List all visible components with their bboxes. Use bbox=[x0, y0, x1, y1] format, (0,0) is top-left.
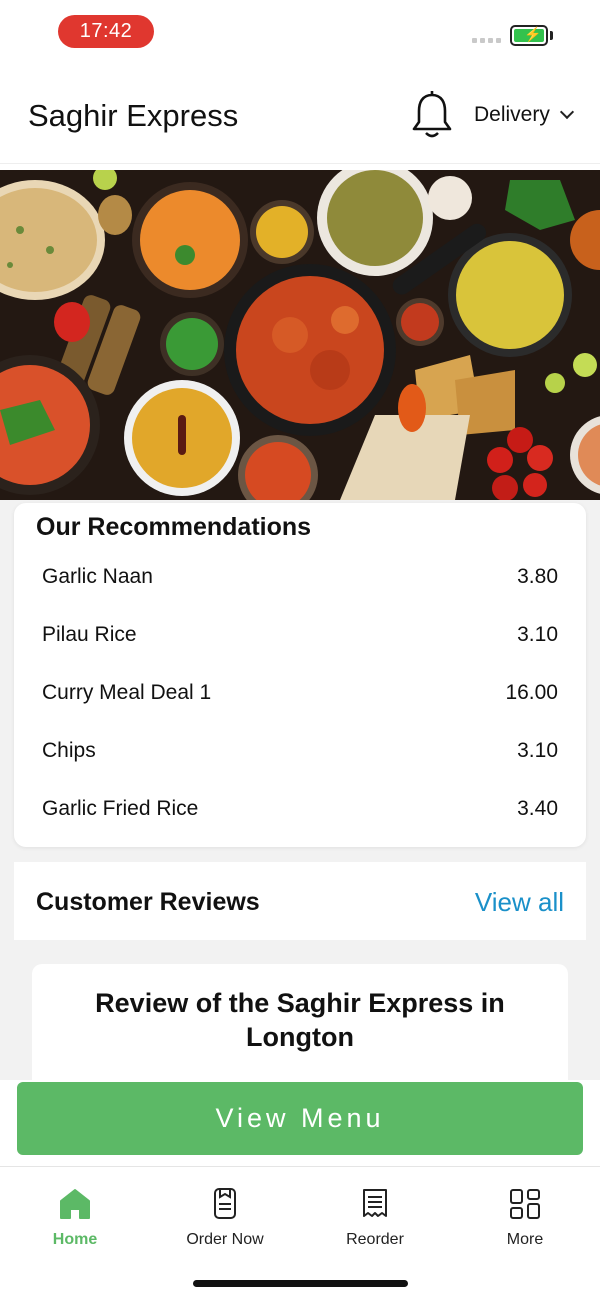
tab-order-now[interactable]: Order Now bbox=[165, 1187, 285, 1257]
menu-item[interactable]: Curry Meal Deal 1 16.00 bbox=[42, 664, 558, 722]
app-header: Saghir Express Delivery bbox=[0, 64, 600, 164]
menu-item[interactable]: Garlic Naan 3.80 bbox=[42, 548, 558, 606]
view-menu-button[interactable]: View Menu bbox=[17, 1082, 583, 1155]
item-price: 3.40 bbox=[517, 797, 558, 820]
delivery-selector[interactable]: Delivery bbox=[474, 103, 574, 127]
bell-icon[interactable] bbox=[410, 90, 454, 140]
reviews-header: Customer Reviews View all bbox=[14, 862, 586, 940]
home-icon bbox=[60, 1189, 90, 1219]
status-bar: 17:42 ⚡ bbox=[0, 0, 600, 64]
bottom-tab-bar: Home Order Now Reorder More bbox=[0, 1166, 600, 1298]
recommendations-card: Our Recommendations Garlic Naan 3.80 Pil… bbox=[14, 503, 586, 847]
tab-label: More bbox=[506, 1231, 544, 1248]
status-time: 17:42 bbox=[58, 15, 154, 48]
recommendations-title: Our Recommendations bbox=[36, 513, 312, 541]
reviews-title: Customer Reviews bbox=[36, 888, 260, 916]
chevron-down-icon bbox=[559, 104, 574, 120]
battery-icon: ⚡ bbox=[510, 25, 548, 46]
battery-tip bbox=[550, 31, 553, 40]
order-icon bbox=[214, 1188, 236, 1219]
tab-label: Order Now bbox=[186, 1231, 264, 1248]
item-name: Curry Meal Deal 1 bbox=[42, 681, 212, 704]
item-price: 3.10 bbox=[517, 739, 558, 762]
signal-icon bbox=[472, 38, 501, 43]
item-name: Garlic Naan bbox=[42, 565, 153, 588]
app-title: Saghir Express bbox=[28, 98, 239, 133]
tab-home[interactable]: Home bbox=[15, 1187, 135, 1257]
home-indicator bbox=[193, 1280, 408, 1287]
hero-image bbox=[0, 170, 600, 500]
view-all-link[interactable]: View all bbox=[475, 887, 564, 918]
item-name: Pilau Rice bbox=[42, 623, 137, 646]
menu-item[interactable]: Garlic Fried Rice 3.40 bbox=[42, 780, 558, 838]
delivery-label: Delivery bbox=[474, 103, 550, 126]
item-price: 16.00 bbox=[505, 681, 558, 704]
tab-label: Reorder bbox=[346, 1231, 404, 1248]
item-price: 3.80 bbox=[517, 565, 558, 588]
tab-label: Home bbox=[52, 1231, 98, 1248]
tab-reorder[interactable]: Reorder bbox=[315, 1187, 435, 1257]
item-name: Chips bbox=[42, 739, 96, 762]
food-spread-illustration bbox=[0, 170, 600, 500]
item-price: 3.10 bbox=[517, 623, 558, 646]
review-card-title: Review of the Saghir Express in Longton bbox=[95, 988, 505, 1052]
receipt-icon bbox=[363, 1189, 387, 1217]
menu-item[interactable]: Pilau Rice 3.10 bbox=[42, 606, 558, 664]
menu-item[interactable]: Chips 3.10 bbox=[42, 722, 558, 780]
review-card[interactable]: Review of the Saghir Express in Longton bbox=[32, 964, 568, 1084]
grid-icon bbox=[510, 1189, 540, 1219]
tab-more[interactable]: More bbox=[465, 1187, 585, 1257]
item-name: Garlic Fried Rice bbox=[42, 797, 199, 820]
